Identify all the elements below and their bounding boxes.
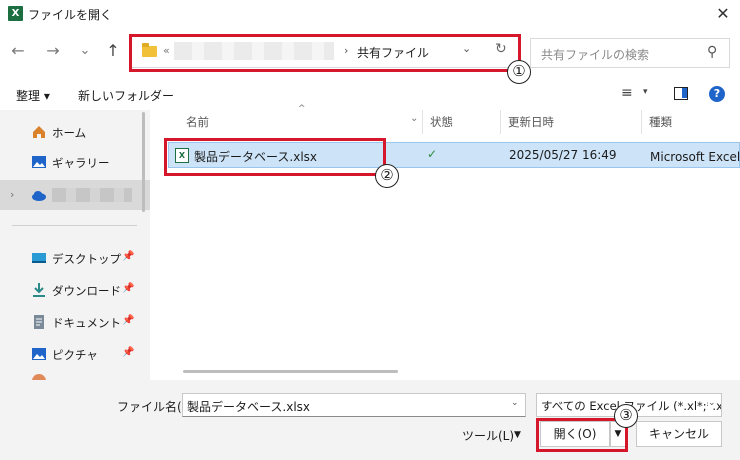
gallery-icon xyxy=(32,156,46,168)
navigation-pane: ホーム ギャラリー › デスクトップ 📌 ダウンロード 📌 ドキュメント 📌 ピ… xyxy=(0,110,150,380)
excel-app-icon: X xyxy=(8,6,23,21)
chevron-down-icon[interactable]: ⌄ xyxy=(511,398,519,408)
tools-button[interactable]: ツール(L) xyxy=(462,427,514,444)
column-filter-chevron-icon[interactable]: ⌄ xyxy=(410,113,418,124)
search-icon[interactable]: ⚲ xyxy=(707,44,717,60)
annotation-number-1: ① xyxy=(507,60,531,84)
sidebar-item-desktop[interactable]: デスクトップ 📌 xyxy=(0,244,150,272)
sidebar-item-label: デスクトップ xyxy=(52,252,121,266)
home-icon xyxy=(33,126,45,138)
horizontal-scrollbar[interactable] xyxy=(183,370,398,373)
sidebar-item-label: ピクチャ xyxy=(52,348,98,362)
forward-button[interactable]: → xyxy=(40,38,66,64)
close-button[interactable]: ✕ xyxy=(710,2,736,26)
window-title: ファイルを開く xyxy=(28,8,113,22)
column-header-modified[interactable]: 更新日時 xyxy=(508,114,554,130)
sidebar-item-onedrive[interactable]: › xyxy=(0,180,150,210)
desktop-icon xyxy=(32,253,46,263)
sidebar-divider xyxy=(12,225,137,226)
sidebar-item-downloads[interactable]: ダウンロード 📌 xyxy=(0,276,150,304)
pin-icon[interactable]: 📌 xyxy=(122,283,134,294)
filename-value[interactable]: 製品データベース.xlsx xyxy=(187,398,310,415)
sidebar-item-label: ギャラリー xyxy=(52,156,110,170)
recent-locations-button[interactable]: ⌄ xyxy=(72,38,98,64)
annotation-box-1 xyxy=(129,34,521,72)
document-icon xyxy=(34,315,44,329)
sidebar-item-label: ダウンロード xyxy=(52,284,121,298)
command-bar: 整理 ▾ 新しいフォルダー ≡ ▾ ? xyxy=(0,84,740,106)
annotation-number-2: ② xyxy=(375,164,399,188)
pin-icon[interactable]: 📌 xyxy=(122,347,134,358)
title-bar: X ファイルを開く ✕ xyxy=(0,0,740,28)
pin-icon[interactable]: 📌 xyxy=(122,251,134,262)
blurred-label xyxy=(52,188,132,202)
sidebar-scrollbar[interactable] xyxy=(142,112,145,212)
column-header-name[interactable]: 名前 xyxy=(186,114,209,130)
sort-caret-icon: ^ xyxy=(298,104,306,114)
annotation-box-2 xyxy=(164,138,386,176)
sidebar-item-documents[interactable]: ドキュメント 📌 xyxy=(0,308,150,336)
expand-chevron-icon[interactable]: › xyxy=(10,188,14,201)
search-box[interactable]: 共有ファイルの検索 ⚲ xyxy=(530,38,730,68)
column-divider[interactable] xyxy=(500,110,501,134)
help-icon[interactable]: ? xyxy=(709,86,725,102)
back-button[interactable]: ← xyxy=(5,38,31,64)
annotation-box-3 xyxy=(536,418,628,452)
preview-pane-icon[interactable] xyxy=(674,87,688,100)
file-type: Microsoft Excel ワ xyxy=(650,150,740,164)
column-header-status[interactable]: 状態 xyxy=(430,114,453,130)
sidebar-item-label: ドキュメント xyxy=(52,316,121,330)
annotation-number-3: ③ xyxy=(614,404,638,428)
pictures-icon xyxy=(32,348,46,360)
view-dropdown-icon[interactable]: ▾ xyxy=(643,87,648,97)
organize-button[interactable]: 整理 ▾ xyxy=(16,87,50,104)
file-modified: 2025/05/27 16:49 xyxy=(509,148,617,162)
onedrive-icon xyxy=(32,191,46,201)
search-placeholder: 共有ファイルの検索 xyxy=(541,48,650,62)
sidebar-item-gallery[interactable]: ギャラリー xyxy=(0,148,150,176)
sidebar-item-partial xyxy=(0,372,150,380)
filename-input[interactable]: 製品データベース.xlsx ⌄ xyxy=(182,393,526,417)
cancel-button[interactable]: キャンセル xyxy=(636,421,722,447)
download-icon xyxy=(33,283,45,297)
tools-dropdown-icon[interactable]: ▼ xyxy=(514,430,521,440)
column-header-type[interactable]: 種類 xyxy=(649,114,672,130)
up-button[interactable]: ↑ xyxy=(100,38,126,64)
pin-icon[interactable]: 📌 xyxy=(122,315,134,326)
new-folder-button[interactable]: 新しいフォルダー xyxy=(78,87,174,104)
column-divider[interactable] xyxy=(641,110,642,134)
chevron-down-icon[interactable]: ⌄ xyxy=(708,398,716,408)
column-divider[interactable] xyxy=(422,110,423,134)
sync-status-icon: ✓ xyxy=(427,147,438,161)
sidebar-item-label: ホーム xyxy=(52,126,87,140)
sidebar-item-pictures[interactable]: ピクチャ 📌 xyxy=(0,340,150,368)
view-options-icon[interactable]: ≡ xyxy=(621,85,633,101)
sidebar-item-home[interactable]: ホーム xyxy=(0,118,150,146)
